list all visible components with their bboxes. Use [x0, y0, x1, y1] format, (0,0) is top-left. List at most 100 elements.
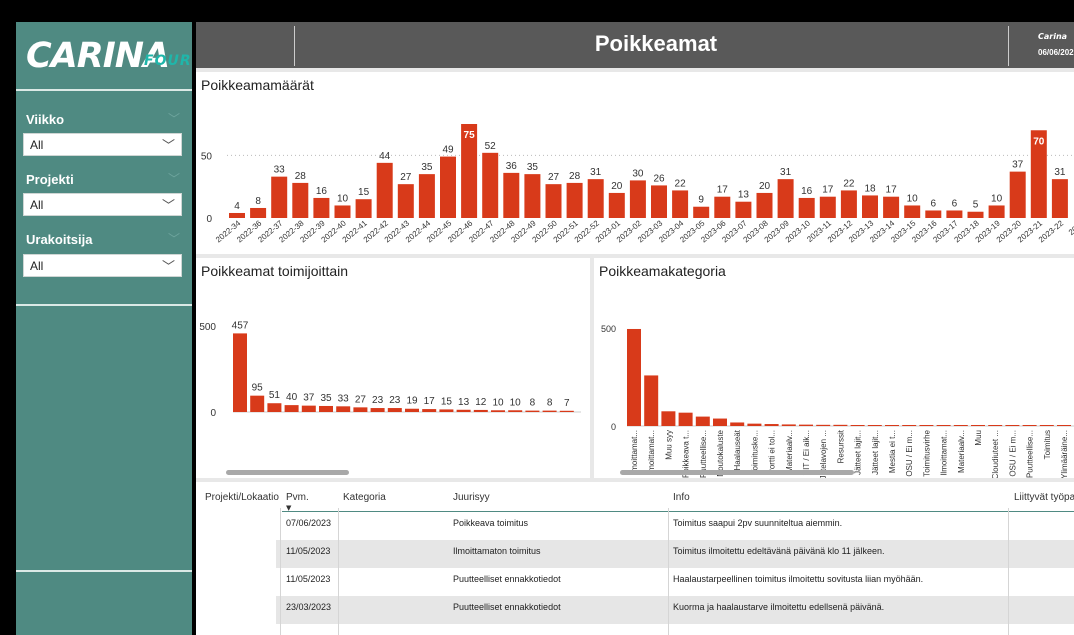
x-tick-label: 2023: [1067, 218, 1074, 237]
bar: [693, 206, 710, 218]
data-label: 15: [358, 187, 370, 198]
column-header-category[interactable]: Kategoria: [343, 492, 386, 503]
y-tick-label: 0: [611, 422, 616, 432]
x-tick-label: Puutteellise...: [1026, 430, 1035, 478]
data-label: 20: [611, 181, 623, 192]
data-label: 27: [355, 394, 367, 405]
contractor-chart: 0 500 457 95 51 40 37 35 33 27 23 23 19 17 15 13 12 10 10 8…: [199, 320, 581, 475]
data-label: 19: [406, 396, 418, 407]
column-header-root-cause[interactable]: Juurisyy: [453, 492, 490, 503]
data-label: 18: [864, 183, 876, 194]
data-label: 31: [590, 167, 602, 178]
table-row[interactable]: 11/05/2023 Ilmoittamaton toimitus Toimit…: [276, 540, 1074, 568]
bar: [678, 412, 693, 426]
data-label: 10: [907, 193, 919, 204]
column-header-info[interactable]: Info: [673, 492, 690, 503]
bar: [456, 409, 471, 412]
bar: [627, 328, 641, 426]
filter-label-urakoitsija: Urakoitsija: [26, 232, 93, 247]
row-date: 23/03/2023: [286, 602, 332, 612]
column-header-work-packages[interactable]: Liittyvät työpak: [1014, 492, 1074, 503]
bar: [440, 156, 456, 218]
bar: [902, 425, 917, 426]
bar: [885, 425, 899, 426]
bar: [336, 406, 351, 412]
x-tick-label: Ylimääräine...: [1060, 430, 1069, 478]
data-label: 51: [269, 390, 281, 401]
data-label: 23: [372, 395, 384, 406]
data-label: 95: [252, 383, 264, 394]
data-label: 35: [421, 162, 433, 173]
data-label: 27: [548, 172, 560, 183]
bar: [799, 424, 813, 426]
bar: [334, 205, 351, 218]
urakoitsija-dropdown[interactable]: All ﹀: [23, 254, 182, 277]
bar: [503, 172, 520, 218]
data-label: 28: [569, 171, 581, 182]
bar: [781, 424, 796, 426]
bar: [267, 403, 282, 412]
data-label: 10: [337, 193, 349, 204]
table-row[interactable]: 07/06/2023 Poikkeava toimitus Toimitus s…: [276, 512, 1074, 540]
data-label: 8: [255, 196, 261, 207]
column-header-project[interactable]: Projekti/Lokaatio: [205, 492, 279, 503]
bar: [397, 184, 414, 218]
data-label: 70: [1033, 136, 1045, 147]
bar: [376, 162, 393, 218]
bar: [819, 196, 836, 218]
bar: [545, 184, 562, 218]
table-row[interactable]: 23/03/2023 Puutteelliset ennakkotiedot K…: [276, 596, 1074, 624]
bar: [629, 180, 646, 218]
x-tick-label: Portti ei tol...: [768, 430, 777, 474]
table-row[interactable]: 11/05/2023 Puutteelliset ennakkotiedot H…: [276, 568, 1074, 596]
row-info: Haalaustarpeellinen toimitus ilmoitettu …: [673, 574, 924, 584]
x-tick-label: Ilmoittamat...: [647, 430, 656, 476]
bar: [355, 199, 372, 218]
column-divider: [280, 508, 281, 635]
data-label: 30: [632, 168, 644, 179]
row-info: Toimitus ilmoitettu edeltävänä päivänä k…: [673, 546, 885, 556]
projekti-dropdown[interactable]: All ﹀: [23, 193, 182, 216]
x-tick-label: OSU / Ei m...: [1008, 430, 1017, 477]
bar: [862, 195, 878, 218]
column-header-date[interactable]: Pvm.: [286, 492, 309, 503]
y-tick-label: 50: [201, 151, 213, 162]
filter-clear-icon[interactable]: ﹀: [168, 170, 180, 187]
bar: [418, 174, 435, 218]
y-tick-label: 0: [210, 408, 216, 419]
bar: [840, 190, 857, 218]
x-tick-label: Resurssit: [836, 429, 845, 463]
filter-sidebar: CARINA FOUR Viikko ﹀ All ﹀ Projekti ﹀ Al…: [16, 22, 192, 635]
weekly-chart-card: Poikkeamamäärät 0 50 4 2022-34 8 2022-36 33 202…: [196, 72, 1074, 254]
bar: [713, 418, 727, 426]
x-tick-label: Jätteet lajit...: [871, 430, 880, 475]
bar: [777, 179, 794, 218]
data-label: 6: [931, 198, 937, 209]
data-label: 37: [1012, 160, 1024, 171]
data-label: 44: [379, 151, 391, 162]
bar: [250, 395, 265, 412]
urakoitsija-value: All: [30, 259, 44, 273]
bar: [353, 407, 368, 412]
data-label: 13: [458, 397, 470, 408]
data-label: 33: [338, 393, 350, 404]
filter-clear-icon[interactable]: ﹀: [168, 230, 180, 247]
viikko-dropdown[interactable]: All ﹀: [23, 133, 182, 156]
x-tick-label: Haalauseät: [733, 429, 742, 470]
bar: [387, 408, 402, 412]
divider: [16, 89, 192, 91]
data-label: 13: [738, 190, 750, 201]
bar: [439, 409, 454, 412]
data-label: 36: [506, 161, 518, 172]
x-tick-label: Ilmoittamat...: [630, 430, 639, 476]
filter-label-projekti: Projekti: [26, 172, 74, 187]
data-label: 5: [973, 200, 979, 211]
filter-clear-icon[interactable]: ﹀: [168, 110, 180, 127]
bar: [508, 410, 523, 412]
row-date: 11/05/2023: [286, 574, 331, 584]
data-label: 49: [442, 145, 454, 156]
bar: [250, 207, 267, 218]
divider: [16, 304, 192, 306]
data-label: 37: [303, 393, 315, 404]
data-label: 8: [547, 398, 553, 409]
